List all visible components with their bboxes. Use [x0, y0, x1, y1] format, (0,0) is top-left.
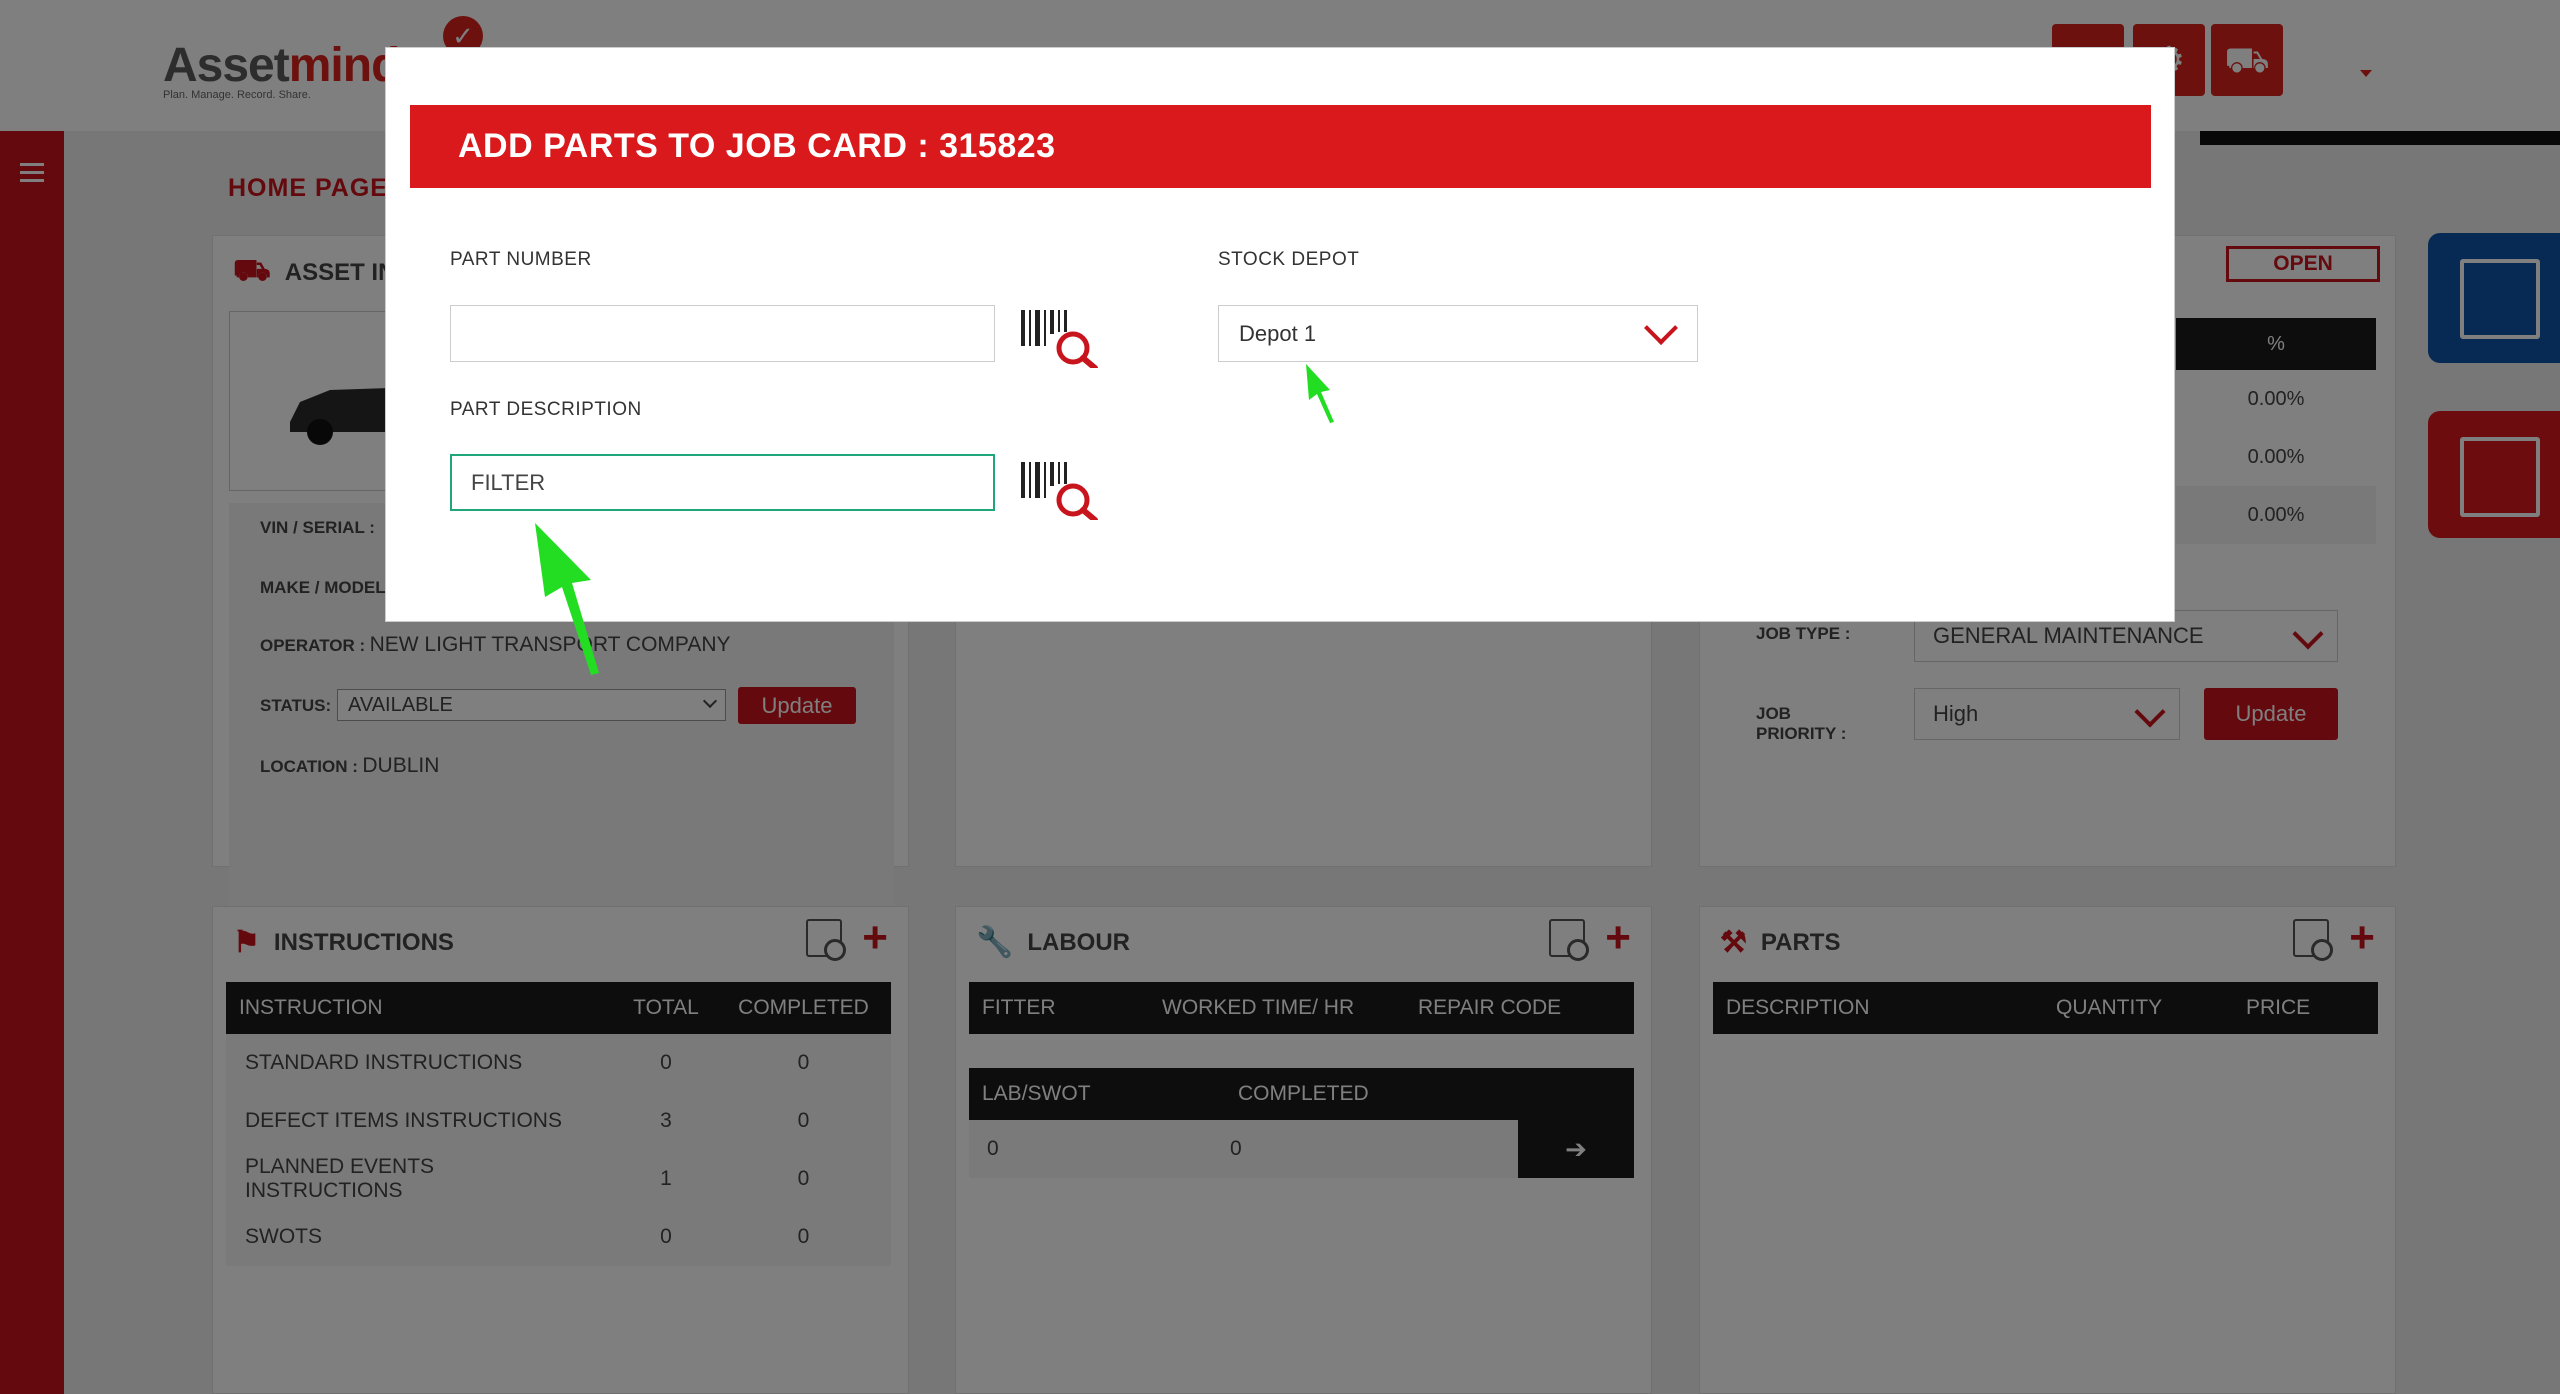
- annotation-arrow: [535, 523, 599, 675]
- chevron-down-icon: [1644, 311, 1678, 345]
- modal-title: ADD PARTS TO JOB CARD : 315823: [458, 127, 1056, 165]
- part-number-input[interactable]: [450, 305, 995, 362]
- add-parts-modal: ADD PARTS TO JOB CARD : 315823 PART NUMB…: [385, 47, 2175, 622]
- barcode-search-icon[interactable]: [1019, 456, 1099, 520]
- annotation-arrow: [1306, 364, 1334, 423]
- modal-header: ADD PARTS TO JOB CARD : 315823: [410, 105, 2151, 188]
- stock-depot-label: STOCK DEPOT: [1218, 249, 1360, 270]
- stock-depot-value: Depot 1: [1239, 320, 1317, 346]
- part-description-input[interactable]: FILTER: [450, 454, 995, 511]
- stock-depot-select[interactable]: Depot 1: [1218, 305, 1698, 362]
- part-number-label: PART NUMBER: [450, 249, 592, 270]
- barcode-search-icon[interactable]: [1019, 304, 1099, 368]
- part-description-label: PART DESCRIPTION: [450, 399, 642, 420]
